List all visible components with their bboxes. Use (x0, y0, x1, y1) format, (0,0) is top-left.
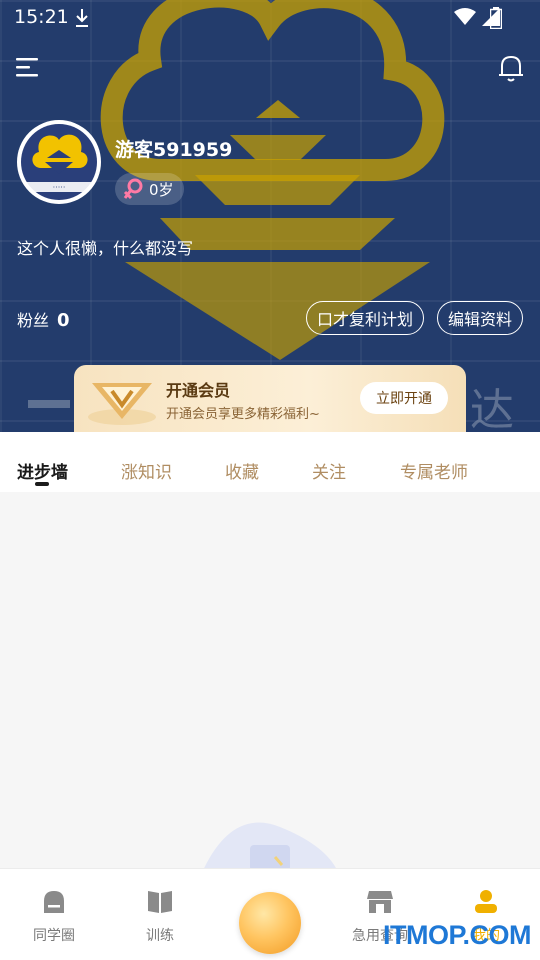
tab-knowledge[interactable]: 涨知识 (121, 458, 172, 483)
site-watermark: ITMOP.COM (383, 920, 532, 950)
menu-icon[interactable] (16, 56, 42, 78)
bio-text: 这个人很懒，什么都没写 (17, 239, 194, 258)
book-icon (148, 891, 172, 913)
vip-open-button[interactable]: 立即开通 (360, 382, 448, 414)
empty-state-illustration (204, 822, 336, 868)
download-icon (76, 9, 88, 27)
content-area (0, 492, 540, 868)
tab-exclusive-teacher[interactable]: 专属老师 (400, 458, 468, 483)
vip-badge-icon (88, 383, 156, 425)
edit-profile-button[interactable]: 编辑资料 (437, 301, 523, 335)
avatar[interactable]: ····· (17, 120, 101, 204)
tab-indicator (35, 482, 49, 486)
svg-text:达: 达 (470, 385, 514, 432)
tab-favorites[interactable]: 收藏 (225, 458, 259, 483)
nav-training[interactable]: 训练 (106, 869, 214, 960)
status-time: 15:21 (14, 6, 69, 28)
nav-label: 训练 (146, 928, 174, 944)
age-chip: 0岁 (115, 173, 184, 205)
tab-bar: 进步墙 涨知识 收藏 关注 专属老师 (0, 432, 540, 492)
center-orb-button[interactable] (239, 892, 301, 954)
store-icon (367, 891, 393, 913)
vip-title: 开通会员 (166, 381, 231, 400)
plan-button[interactable]: 口才复利计划 (306, 301, 424, 335)
circle-icon (44, 891, 64, 913)
battery-icon (490, 7, 502, 29)
wifi-icon (454, 8, 476, 25)
avatar-logo-icon: ····· (19, 122, 99, 202)
nav-classmates[interactable]: 同学圈 (0, 869, 108, 960)
username: 游客591959 (115, 139, 233, 161)
age-text: 0岁 (149, 180, 174, 199)
nav-label: 同学圈 (33, 928, 75, 944)
status-bar: 15:21 (0, 0, 540, 36)
fans-label: 粉丝 (17, 311, 50, 330)
vip-card[interactable]: 开通会员 开通会员享更多精彩福利~ 立即开通 (74, 365, 466, 433)
bell-icon[interactable] (498, 54, 524, 82)
svg-text:·····: ····· (53, 183, 66, 192)
fans-count: 0 (57, 310, 70, 331)
tab-progress-wall[interactable]: 进步墙 (17, 458, 68, 483)
fans-stat[interactable]: 粉丝 0 (17, 307, 70, 331)
tab-following[interactable]: 关注 (312, 458, 346, 483)
user-icon (475, 890, 497, 913)
vip-subtitle: 开通会员享更多精彩福利~ (166, 407, 320, 422)
female-gender-icon (123, 178, 143, 200)
